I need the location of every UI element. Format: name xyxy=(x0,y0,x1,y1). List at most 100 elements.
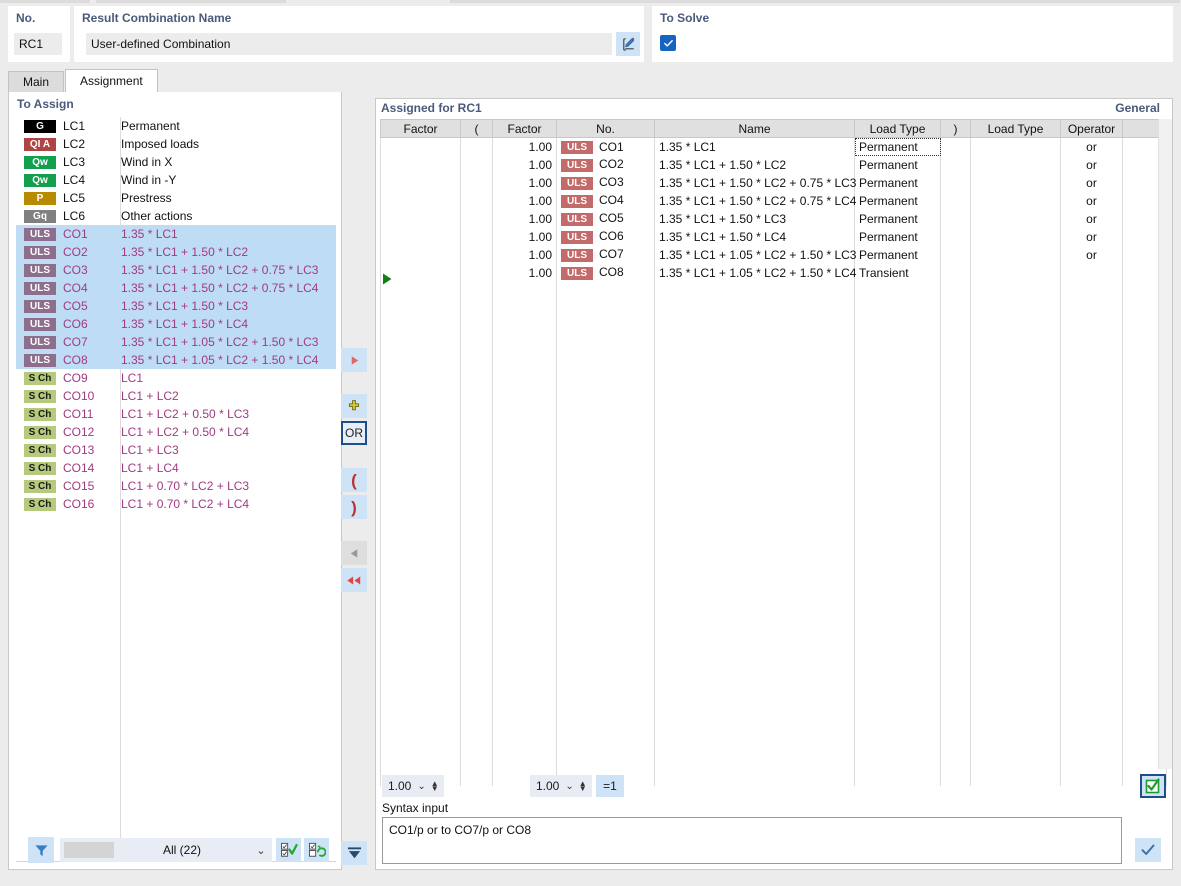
equals-one-button[interactable]: =1 xyxy=(596,775,624,797)
cell-factor-1[interactable] xyxy=(381,138,461,156)
cell-no[interactable]: ULSCO6 xyxy=(557,228,655,246)
cell-paren-close[interactable] xyxy=(941,264,971,282)
cell-name[interactable]: 1.35 * LC1 + 1.50 * LC2 + 0.75 * LC3 xyxy=(655,174,855,192)
table-row[interactable]: 1.00ULSCO41.35 * LC1 + 1.50 * LC2 + 0.75… xyxy=(381,192,1167,210)
col-no[interactable]: No. xyxy=(557,120,655,138)
table-row[interactable]: 1.00ULSCO31.35 * LC1 + 1.50 * LC2 + 0.75… xyxy=(381,174,1167,192)
cell-factor-1[interactable] xyxy=(381,156,461,174)
cell-name[interactable]: 1.35 * LC1 + 1.50 * LC2 xyxy=(655,156,855,174)
cell-factor-1[interactable] xyxy=(381,246,461,264)
cell-paren-close[interactable] xyxy=(941,156,971,174)
cell-factor-2[interactable]: 1.00 xyxy=(493,228,557,246)
to-assign-list[interactable]: GLC1PermanentQI ALC2Imposed loadsQwLC3Wi… xyxy=(16,117,336,862)
cell-paren-open[interactable] xyxy=(461,138,493,156)
to-assign-row[interactable]: GqLC6Other actions xyxy=(16,207,336,225)
assigned-table[interactable]: Factor ( Factor No. Name Load Type ) Loa… xyxy=(380,119,1167,786)
col-paren-open[interactable]: ( xyxy=(461,120,493,138)
table-row[interactable]: 1.00ULSCO61.35 * LC1 + 1.50 * LC4Permane… xyxy=(381,228,1167,246)
cell-load-type-2[interactable] xyxy=(971,264,1061,282)
assigned-table-scrollbar[interactable] xyxy=(1158,119,1172,769)
cell-paren-close[interactable] xyxy=(941,210,971,228)
result-combination-name-input[interactable] xyxy=(86,33,612,55)
chevron-down-icon[interactable]: ⌄ xyxy=(565,781,578,792)
cell-operator[interactable]: or xyxy=(1061,228,1123,246)
to-assign-row[interactable]: ULSCO31.35 * LC1 + 1.50 * LC2 + 0.75 * L… xyxy=(16,261,336,279)
no-input[interactable] xyxy=(14,33,62,55)
move-all-left-button[interactable] xyxy=(341,568,367,592)
cell-paren-open[interactable] xyxy=(461,174,493,192)
close-paren-button[interactable]: ) xyxy=(341,495,367,519)
to-assign-row[interactable]: S ChCO16LC1 + 0.70 * LC2 + LC4 xyxy=(16,495,336,513)
cell-factor-2[interactable]: 1.00 xyxy=(493,156,557,174)
cell-load-type-2[interactable] xyxy=(971,192,1061,210)
to-assign-row[interactable]: ULSCO51.35 * LC1 + 1.50 * LC3 xyxy=(16,297,336,315)
cell-paren-close[interactable] xyxy=(941,228,971,246)
col-factor-1[interactable]: Factor xyxy=(381,120,461,138)
cell-operator[interactable]: or xyxy=(1061,210,1123,228)
cell-name[interactable]: 1.35 * LC1 + 1.05 * LC2 + 1.50 * LC3 xyxy=(655,246,855,264)
col-paren-close[interactable]: ) xyxy=(941,120,971,138)
cell-factor-2[interactable]: 1.00 xyxy=(493,210,557,228)
pencil-edit-icon[interactable] xyxy=(616,32,640,56)
tab-main[interactable]: Main xyxy=(8,71,64,92)
to-assign-row[interactable]: QI ALC2Imposed loads xyxy=(16,135,336,153)
filter-select[interactable]: All (22) ⌄ xyxy=(60,838,272,862)
to-assign-row[interactable]: S ChCO14LC1 + LC4 xyxy=(16,459,336,477)
col-load-type-2[interactable]: Load Type xyxy=(971,120,1061,138)
to-assign-row[interactable]: QwLC3Wind in X xyxy=(16,153,336,171)
cell-load-type-1[interactable]: Permanent xyxy=(855,246,941,264)
to-assign-row[interactable]: ULSCO61.35 * LC1 + 1.50 * LC4 xyxy=(16,315,336,333)
cell-load-type-1[interactable]: Permanent xyxy=(855,138,941,156)
cell-name[interactable]: 1.35 * LC1 + 1.50 * LC2 + 0.75 * LC4 xyxy=(655,192,855,210)
cell-factor-1[interactable] xyxy=(381,228,461,246)
col-name[interactable]: Name xyxy=(655,120,855,138)
cell-paren-close[interactable] xyxy=(941,192,971,210)
cell-name[interactable]: 1.35 * LC1 + 1.50 * LC3 xyxy=(655,210,855,228)
cell-operator[interactable]: or xyxy=(1061,174,1123,192)
to-assign-row[interactable]: GLC1Permanent xyxy=(16,117,336,135)
cell-load-type-1[interactable]: Permanent xyxy=(855,228,941,246)
cell-load-type-1[interactable]: Permanent xyxy=(855,210,941,228)
cell-operator[interactable]: or xyxy=(1061,156,1123,174)
cell-no[interactable]: ULSCO3 xyxy=(557,174,655,192)
cell-load-type-2[interactable] xyxy=(971,246,1061,264)
move-right-button[interactable] xyxy=(341,348,367,372)
check-all-icon[interactable] xyxy=(276,838,301,862)
cell-factor-1[interactable] xyxy=(381,192,461,210)
cell-paren-open[interactable] xyxy=(461,210,493,228)
cell-no[interactable]: ULSCO1 xyxy=(557,138,655,156)
open-paren-button[interactable]: ( xyxy=(341,468,367,492)
cell-load-type-2[interactable] xyxy=(971,156,1061,174)
cell-no[interactable]: ULSCO7 xyxy=(557,246,655,264)
cell-factor-2[interactable]: 1.00 xyxy=(493,246,557,264)
to-assign-row[interactable]: ULSCO41.35 * LC1 + 1.50 * LC2 + 0.75 * L… xyxy=(16,279,336,297)
to-assign-row[interactable]: S ChCO15LC1 + 0.70 * LC2 + LC3 xyxy=(16,477,336,495)
cell-load-type-1[interactable]: Permanent xyxy=(855,156,941,174)
cell-paren-close[interactable] xyxy=(941,246,971,264)
to-assign-row[interactable]: S ChCO11LC1 + LC2 + 0.50 * LC3 xyxy=(16,405,336,423)
cell-paren-close[interactable] xyxy=(941,138,971,156)
to-assign-row[interactable]: ULSCO11.35 * LC1 xyxy=(16,225,336,243)
to-assign-row[interactable]: S ChCO9LC1 xyxy=(16,369,336,387)
or-operator-button[interactable]: OR xyxy=(341,421,367,445)
to-assign-row[interactable]: S ChCO13LC1 + LC3 xyxy=(16,441,336,459)
cell-load-type-2[interactable] xyxy=(971,228,1061,246)
col-factor-2[interactable]: Factor xyxy=(493,120,557,138)
cell-no[interactable]: ULSCO8 xyxy=(557,264,655,282)
table-row[interactable]: 1.00ULSCO21.35 * LC1 + 1.50 * LC2Permane… xyxy=(381,156,1167,174)
cell-factor-1[interactable] xyxy=(381,210,461,228)
funnel-filter-icon[interactable] xyxy=(28,837,54,863)
table-row[interactable]: 1.00ULSCO51.35 * LC1 + 1.50 * LC3Permane… xyxy=(381,210,1167,228)
table-row[interactable]: 1.00ULSCO71.35 * LC1 + 1.05 * LC2 + 1.50… xyxy=(381,246,1167,264)
col-operator[interactable]: Operator xyxy=(1061,120,1123,138)
cell-factor-2[interactable]: 1.00 xyxy=(493,192,557,210)
cell-paren-open[interactable] xyxy=(461,228,493,246)
cell-load-type-1[interactable]: Permanent xyxy=(855,192,941,210)
stepper-arrows-icon[interactable]: ▲▼ xyxy=(431,781,444,791)
to-assign-row[interactable]: ULSCO81.35 * LC1 + 1.05 * LC2 + 1.50 * L… xyxy=(16,351,336,369)
cell-operator[interactable]: or xyxy=(1061,138,1123,156)
factor2-stepper[interactable]: 1.00 ⌄ ▲▼ xyxy=(530,775,592,797)
move-left-button[interactable] xyxy=(341,541,367,565)
cell-paren-close[interactable] xyxy=(941,174,971,192)
cell-no[interactable]: ULSCO2 xyxy=(557,156,655,174)
